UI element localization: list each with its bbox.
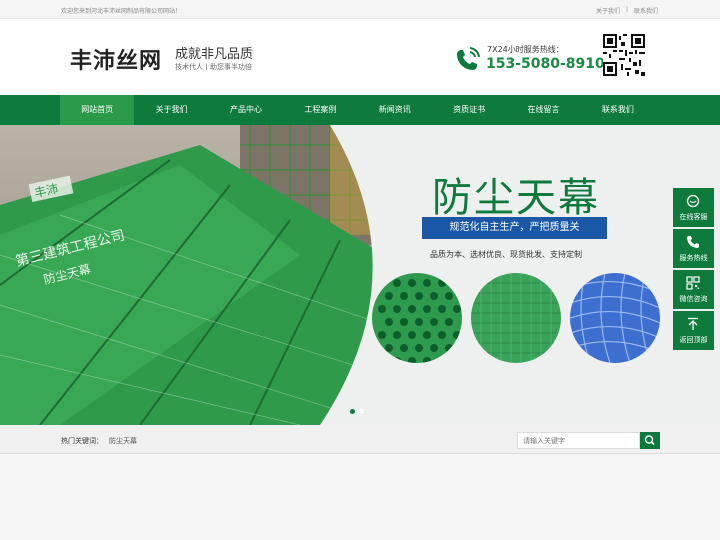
product-image-blue-mesh [570, 273, 660, 363]
banner-tagline: 品质为本、选材优良、现货批发、支持定制 [430, 250, 582, 259]
main-nav: 网站首页 关于我们 产品中心 工程案例 新闻资讯 资质证书 在线留言 联系我们 [0, 95, 720, 125]
qr-code-icon [603, 34, 645, 76]
nav-item-contact[interactable]: 联系我们 [581, 95, 655, 125]
sidebar-wechat-label: 微信咨询 [679, 295, 708, 303]
slide-dot-1[interactable] [350, 409, 355, 414]
welcome-text: 欢迎您来到河北丰沛丝网制品有限公司网站！ [61, 8, 182, 15]
hot-keyword-link[interactable]: 防尘天幕 [109, 436, 137, 446]
sidebar-online-service[interactable]: 在线客服 [673, 188, 714, 227]
banner-title: 防尘天幕 [432, 175, 600, 221]
hotline-number: 153-5080-8910 [486, 56, 605, 72]
banner-ribbon: 规范化自主生产，严把质量关 [422, 217, 607, 239]
site-logo[interactable]: 丰沛丝网 [70, 43, 162, 75]
top-link-separator: | [625, 6, 628, 13]
banner-photo: 丰沛 第三建筑工程公司 防尘天幕 [0, 125, 385, 425]
top-link-contact[interactable]: 联系我们 [634, 6, 658, 15]
phone-icon [457, 47, 480, 70]
nav-item-news[interactable]: 新闻资讯 [358, 95, 432, 125]
nav-item-products[interactable]: 产品中心 [209, 95, 283, 125]
floating-sidebar: 在线客服 服务热线 微信咨询 返回顶部 [673, 188, 714, 350]
site-header: 丰沛丝网 成就非凡品质 技术代人丨助您事半功倍 7X24小时服务热线： 153-… [0, 19, 720, 95]
nav-item-cases[interactable]: 工程案例 [283, 95, 357, 125]
nav-item-home[interactable]: 网站首页 [60, 95, 135, 125]
slogan-main: 成就非凡品质 [175, 47, 254, 62]
sidebar-hotline-label: 服务热线 [679, 254, 708, 262]
top-link-about[interactable]: 关于我们 [596, 6, 620, 15]
sidebar-online-service-label: 在线客服 [679, 213, 708, 221]
arrow-up-icon [688, 317, 698, 330]
slogan-sub: 技术代人丨助您事半功倍 [175, 63, 252, 71]
phone-icon [687, 236, 699, 248]
sidebar-hotline[interactable]: 服务热线 [673, 229, 714, 268]
search-button[interactable] [640, 432, 660, 449]
search-icon [644, 435, 655, 446]
sidebar-wechat[interactable]: 微信咨询 [673, 270, 714, 309]
hotline-label: 7X24小时服务热线： [487, 45, 564, 54]
hot-keywords-label: 热门关键词： [61, 437, 103, 445]
search-input[interactable] [517, 432, 640, 449]
top-links: 关于我们 | 联系我们 [596, 6, 658, 15]
product-image-green-hex-mesh [372, 273, 462, 363]
product-image-green-woven-net [471, 273, 561, 363]
slide-dots [350, 409, 364, 414]
hot-keywords-bar: 热门关键词： 防尘天幕 [0, 425, 720, 454]
qr-code-icon [686, 276, 700, 290]
top-bar: 欢迎您来到河北丰沛丝网制品有限公司网站！ 关于我们 | 联系我们 [0, 0, 720, 19]
nav-item-about[interactable]: 关于我们 [134, 95, 208, 125]
slide-dot-2[interactable] [359, 409, 364, 414]
sidebar-back-to-top[interactable]: 返回顶部 [673, 311, 714, 350]
nav-item-certificates[interactable]: 资质证书 [432, 95, 506, 125]
chat-icon [686, 194, 700, 208]
sidebar-back-to-top-label: 返回顶部 [679, 336, 708, 344]
hero-banner[interactable]: 丰沛 第三建筑工程公司 防尘天幕 防尘天幕 规范化自主生产，严把质量关 品质为本… [0, 125, 720, 425]
nav-item-message[interactable]: 在线留言 [506, 95, 580, 125]
